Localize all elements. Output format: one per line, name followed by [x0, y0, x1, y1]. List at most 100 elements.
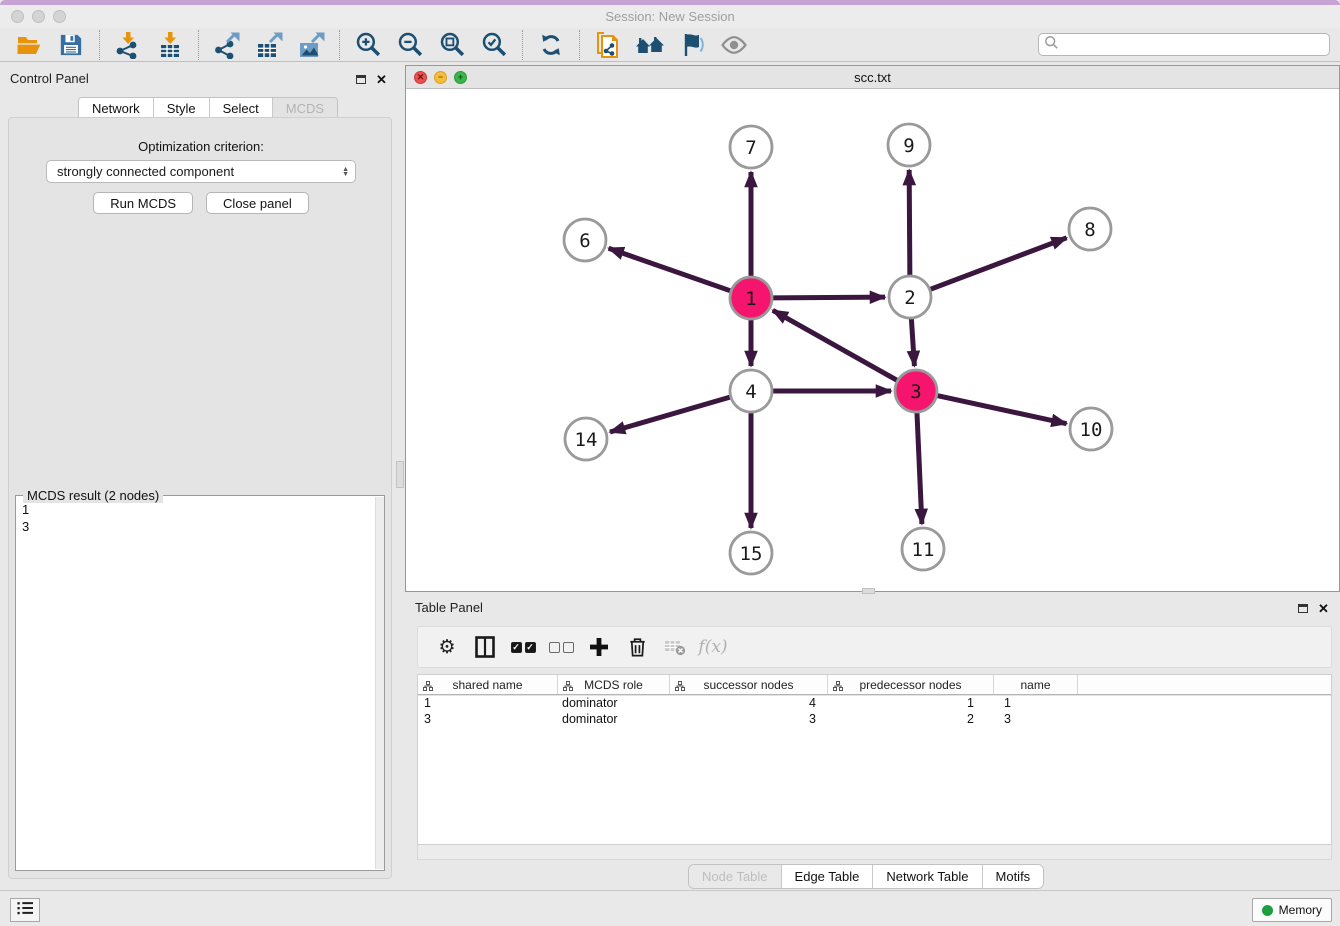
tab-motifs[interactable]: Motifs — [983, 865, 1044, 888]
save-session-icon[interactable] — [55, 30, 87, 60]
add-column-icon[interactable] — [584, 632, 614, 662]
horizontal-splitter-handle[interactable] — [862, 588, 875, 594]
graph-node-1[interactable]: 1 — [730, 277, 772, 319]
svg-text:6: 6 — [579, 230, 590, 252]
settings-icon[interactable]: ⚙ — [432, 632, 462, 662]
delete-column-icon[interactable] — [622, 632, 652, 662]
graph-edge-1-2[interactable] — [772, 297, 885, 298]
table-cell[interactable]: 3 — [994, 712, 1078, 726]
import-table-icon[interactable] — [154, 30, 186, 60]
table-cell[interactable]: 1 — [418, 696, 558, 710]
table-row[interactable]: 1dominator411 — [418, 695, 1331, 711]
column-header-name[interactable]: name — [994, 675, 1078, 694]
vertical-splitter-handle[interactable] — [396, 461, 404, 488]
window-titlebar: Session: New Session — [0, 5, 1340, 28]
svg-text:11: 11 — [912, 539, 935, 561]
float-panel-icon[interactable] — [356, 75, 366, 84]
close-panel-button[interactable]: Close panel — [206, 192, 309, 214]
open-file-icon[interactable] — [13, 30, 45, 60]
column-header-predecessor-nodes[interactable]: predecessor nodes — [828, 675, 994, 694]
table-cell[interactable]: 1 — [828, 696, 994, 710]
mcds-result-title: MCDS result (2 nodes) — [23, 488, 163, 503]
table-cell[interactable]: dominator — [558, 696, 670, 710]
close-panel-icon[interactable]: ✕ — [376, 73, 387, 86]
column-layout-icon[interactable] — [470, 632, 500, 662]
table-panel-title: Table Panel — [415, 600, 483, 615]
graph-edge-3-11[interactable] — [917, 412, 922, 524]
zoom-out-icon[interactable] — [394, 30, 426, 60]
network-canvas[interactable]: 7 9 6 8 1 2 4 3 14 10 15 11 — [406, 89, 1339, 591]
graph-node-6[interactable]: 6 — [564, 219, 606, 261]
tab-node-table[interactable]: Node Table — [689, 865, 782, 888]
tab-select[interactable]: Select — [210, 98, 273, 119]
tab-edge-table[interactable]: Edge Table — [782, 865, 874, 888]
zoom-in-icon[interactable] — [352, 30, 384, 60]
graph-node-10[interactable]: 10 — [1070, 408, 1112, 450]
column-header-MCDS-role[interactable]: MCDS role — [558, 675, 670, 694]
home-icon[interactable] — [634, 30, 666, 60]
search-input[interactable] — [1059, 34, 1329, 55]
close-table-panel-icon[interactable]: ✕ — [1318, 602, 1329, 615]
graph-node-11[interactable]: 11 — [902, 528, 944, 570]
graph-node-4[interactable]: 4 — [730, 370, 772, 412]
function-builder-icon[interactable]: f(x) — [698, 632, 728, 662]
zoom-selected-icon[interactable] — [478, 30, 510, 60]
export-image-icon[interactable] — [295, 30, 327, 60]
toolbar-separator — [522, 30, 523, 60]
memory-button[interactable]: Memory — [1252, 898, 1332, 922]
mcds-result-item: 1 — [22, 501, 378, 518]
graph-edge-3-1[interactable] — [773, 310, 898, 380]
column-header-shared-name[interactable]: shared name — [418, 675, 558, 694]
column-header-successor-nodes[interactable]: successor nodes — [670, 675, 828, 694]
export-network-icon[interactable] — [211, 30, 243, 60]
table-cell[interactable]: 3 — [418, 712, 558, 726]
graph-node-8[interactable]: 8 — [1069, 208, 1111, 250]
result-scrollbar[interactable] — [375, 497, 384, 869]
mcds-panel: Optimization criterion: strongly connect… — [8, 117, 392, 879]
tab-mcds[interactable]: MCDS — [273, 98, 337, 119]
select-all-checkboxes-icon[interactable]: ✓✓ — [508, 632, 538, 662]
table-row[interactable]: 3dominator323 — [418, 711, 1331, 727]
criterion-select[interactable]: strongly connected component ▲▼ — [46, 160, 356, 183]
sort-column-icon — [423, 680, 433, 694]
graph-node-14[interactable]: 14 — [565, 418, 607, 460]
tab-network-table[interactable]: Network Table — [873, 865, 982, 888]
table-cell[interactable]: 3 — [670, 712, 828, 726]
graph-edge-2-8[interactable] — [930, 238, 1067, 290]
flag-icon[interactable] — [676, 30, 708, 60]
delete-table-icon[interactable] — [660, 632, 690, 662]
status-list-button[interactable] — [10, 898, 40, 922]
svg-text:4: 4 — [745, 381, 756, 403]
table-cell[interactable]: 1 — [994, 696, 1078, 710]
tab-network[interactable]: Network — [79, 98, 154, 119]
float-table-panel-icon[interactable] — [1298, 604, 1308, 613]
table-cell[interactable]: 4 — [670, 696, 828, 710]
svg-text:15: 15 — [740, 543, 763, 565]
graph-edge-4-14[interactable] — [610, 397, 731, 432]
graph-edge-1-6[interactable] — [609, 248, 732, 291]
zoom-fit-icon[interactable] — [436, 30, 468, 60]
table-hscrollbar[interactable] — [417, 845, 1332, 860]
graph-node-15[interactable]: 15 — [730, 532, 772, 574]
table-cell[interactable]: dominator — [558, 712, 670, 726]
svg-text:7: 7 — [745, 137, 756, 159]
column-header-label: successor nodes — [703, 678, 793, 692]
import-network-icon[interactable] — [112, 30, 144, 60]
graph-edge-2-9[interactable] — [909, 170, 910, 276]
sort-column-icon — [675, 680, 685, 694]
table-cell[interactable]: 2 — [828, 712, 994, 726]
graph-edge-3-10[interactable] — [937, 395, 1067, 423]
graph-node-7[interactable]: 7 — [730, 126, 772, 168]
graph-node-3[interactable]: 3 — [895, 370, 937, 412]
network-file-icon[interactable] — [592, 30, 624, 60]
graph-edge-2-3[interactable] — [911, 318, 914, 366]
deselect-all-checkboxes-icon[interactable] — [546, 632, 576, 662]
run-mcds-button[interactable]: Run MCDS — [93, 192, 193, 214]
tab-style[interactable]: Style — [154, 98, 210, 119]
graph-node-9[interactable]: 9 — [888, 124, 930, 166]
export-table-icon[interactable] — [253, 30, 285, 60]
network-window-titlebar[interactable]: ✕ − + scc.txt — [406, 66, 1339, 89]
refresh-icon[interactable] — [535, 30, 567, 60]
graph-node-2[interactable]: 2 — [889, 276, 931, 318]
eye-icon[interactable] — [718, 30, 750, 60]
